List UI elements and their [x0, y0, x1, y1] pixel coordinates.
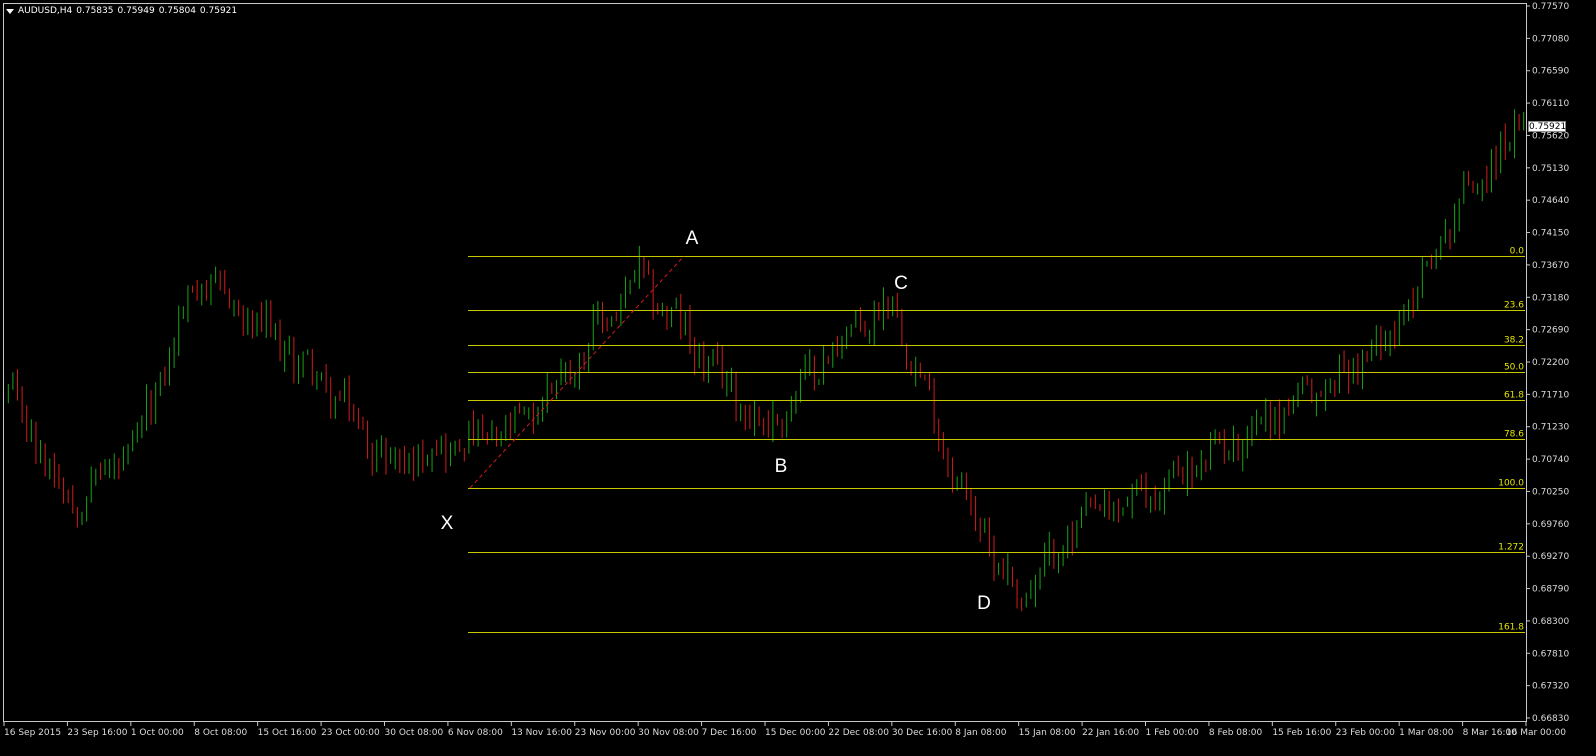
price-chart[interactable]: 0.0 23.6 38.2 50.0 61.8 78.6 100.0 1.272 161.8 X…	[0, 0, 1596, 756]
time-label: 15 Dec 00:00	[765, 728, 826, 738]
close-price: 0.75921	[199, 6, 238, 16]
time-label: 16 Mar 00:00	[1506, 728, 1566, 738]
wave-label-c: C	[894, 273, 908, 294]
price-label: 0.76110	[1532, 99, 1569, 109]
price-label: 0.68790	[1532, 585, 1569, 595]
time-label: 15 Oct 16:00	[258, 728, 317, 738]
fib-level-label: 23.6	[1504, 301, 1524, 311]
price-label: 0.76590	[1532, 67, 1569, 77]
time-label: 23 Sep 16:00	[67, 728, 127, 738]
price-label: 0.67320	[1532, 682, 1569, 692]
fib-level-label: 0.0	[1510, 247, 1525, 257]
price-label: 0.69760	[1532, 520, 1569, 530]
high-price: 0.75949	[117, 6, 155, 16]
candles	[7, 109, 1525, 612]
chart-header: AUDUSD,H4 0.75835 0.75949 0.75804 0.7592…	[6, 5, 241, 17]
time-label: 22 Jan 16:00	[1082, 728, 1139, 738]
time-label: 30 Oct 08:00	[385, 728, 444, 738]
time-label: 7 Dec 16:00	[702, 728, 757, 738]
time-label: 8 Feb 08:00	[1209, 728, 1263, 738]
time-label: 16 Sep 2015	[4, 728, 61, 738]
price-label: 0.70740	[1532, 455, 1569, 465]
price-label: 0.77570	[1532, 2, 1569, 12]
xabcd-pattern: X A B C D	[441, 228, 991, 614]
price-label: 0.70250	[1532, 487, 1569, 497]
time-label: 1 Mar 08:00	[1399, 728, 1454, 738]
wave-label-x: X	[441, 513, 454, 534]
fib-level-label: 161.8	[1498, 623, 1524, 633]
price-label: 0.77080	[1532, 34, 1569, 44]
time-axis: 16 Sep 2015 23 Sep 16:00 1 Oct 00:00 8 Oct …	[3, 722, 1566, 738]
time-label: 6 Nov 08:00	[448, 728, 503, 738]
time-label: 22 Dec 08:00	[828, 728, 889, 738]
fib-level-label: 38.2	[1504, 336, 1524, 346]
wave-label-d: D	[977, 593, 991, 614]
fib-level-label: 50.0	[1504, 363, 1524, 373]
price-label: 0.71710	[1532, 390, 1569, 400]
price-label: 0.73670	[1532, 261, 1569, 271]
fib-level-label: 78.6	[1504, 430, 1524, 440]
price-label: 0.67810	[1532, 649, 1569, 659]
price-label: 0.74150	[1532, 229, 1569, 239]
price-label: 0.75130	[1532, 164, 1569, 174]
price-label: 0.72690	[1532, 326, 1569, 336]
time-label: 13 Nov 16:00	[511, 728, 572, 738]
time-label: 8 Oct 08:00	[194, 728, 247, 738]
time-label: 23 Nov 00:00	[575, 728, 636, 738]
time-label: 8 Jan 08:00	[955, 728, 1007, 738]
wave-label-a: A	[686, 228, 699, 249]
fib-level-label: 1.272	[1498, 543, 1524, 553]
time-label: 15 Jan 08:00	[1019, 728, 1076, 738]
price-label: 0.73180	[1532, 293, 1569, 303]
time-label: 30 Nov 08:00	[638, 728, 699, 738]
time-label: 30 Dec 16:00	[892, 728, 953, 738]
fib-level-label: 61.8	[1504, 391, 1524, 401]
price-label: 0.66830	[1532, 714, 1569, 724]
price-axis: 0.775700.770800.765900.761100.756200.751…	[1526, 2, 1569, 724]
time-label: 1 Feb 00:00	[1146, 728, 1200, 738]
time-label: 23 Feb 00:00	[1336, 728, 1395, 738]
fib-level-label: 100.0	[1498, 479, 1524, 489]
chart-window[interactable]: 0.0 23.6 38.2 50.0 61.8 78.6 100.0 1.272 161.8 X…	[0, 0, 1596, 756]
price-label: 0.69270	[1532, 552, 1569, 562]
price-label: 0.71230	[1532, 423, 1569, 433]
time-label: 1 Oct 00:00	[131, 728, 184, 738]
collapse-triangle-icon[interactable]	[6, 8, 14, 14]
price-label: 0.72200	[1532, 358, 1569, 368]
open-price: 0.75835	[76, 6, 114, 16]
price-label: 0.74640	[1532, 196, 1569, 206]
price-label: 0.68300	[1532, 617, 1569, 627]
symbol-label: AUDUSD,H4	[18, 6, 73, 16]
wave-label-b: B	[775, 456, 788, 477]
fibonacci-retracement: 0.0 23.6 38.2 50.0 61.8 78.6 100.0 1.272 161.8	[468, 247, 1525, 633]
low-price: 0.75804	[158, 6, 196, 16]
time-label: 15 Feb 16:00	[1272, 728, 1331, 738]
time-label: 23 Oct 00:00	[321, 728, 380, 738]
current-price-tag: 0.75921	[1528, 121, 1567, 132]
